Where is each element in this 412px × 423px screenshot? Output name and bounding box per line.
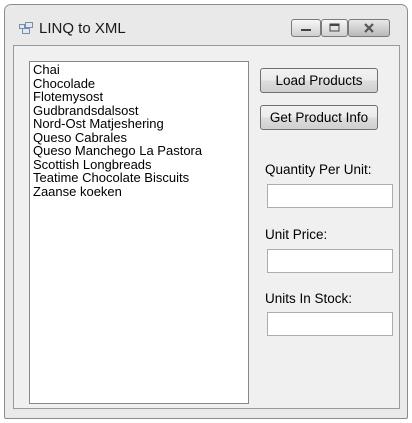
window-title: LINQ to XML	[39, 20, 126, 37]
close-button[interactable]	[348, 19, 390, 37]
list-item[interactable]: Zaanse koeken	[33, 184, 248, 199]
list-item[interactable]: Teatime Chocolate Biscuits	[33, 171, 248, 185]
windows-form-icon	[19, 22, 33, 34]
list-item[interactable]: Gudbrandsdalsost	[33, 103, 248, 118]
title-bar[interactable]: LINQ to XML	[5, 5, 407, 45]
unit-price-field[interactable]	[267, 249, 393, 273]
list-item[interactable]: Scottish Longbreads	[33, 157, 248, 172]
form-client-area: Chai Chocolade Flotemysost Gudbrandsdals…	[13, 45, 400, 409]
units-in-stock-label: Units In Stock:	[265, 291, 353, 306]
quantity-per-unit-field[interactable]	[267, 184, 393, 208]
list-item[interactable]: Nord-Ost Matjeshering	[33, 117, 248, 131]
products-listbox[interactable]: Chai Chocolade Flotemysost Gudbrandsdals…	[29, 61, 249, 404]
minimize-button[interactable]	[291, 19, 321, 37]
list-item[interactable]: Flotemysost	[33, 90, 248, 104]
list-item[interactable]: Chai	[33, 63, 248, 77]
quantity-per-unit-label: Quantity Per Unit:	[265, 162, 372, 177]
load-products-button[interactable]: Load Products	[260, 68, 378, 93]
get-product-info-button[interactable]: Get Product Info	[260, 105, 378, 130]
maximize-icon	[329, 23, 340, 32]
list-item[interactable]: Queso Cabrales	[33, 130, 248, 145]
app-window: LINQ to XML Chai Chocolade Flotemysost G…	[4, 4, 408, 419]
minimize-icon	[301, 29, 311, 31]
list-item[interactable]: Queso Manchego La Pastora	[33, 144, 248, 158]
maximize-button[interactable]	[321, 19, 348, 37]
unit-price-label: Unit Price:	[265, 227, 328, 242]
close-icon	[364, 23, 374, 33]
list-item[interactable]: Chocolade	[33, 76, 248, 91]
units-in-stock-field[interactable]	[267, 312, 393, 336]
